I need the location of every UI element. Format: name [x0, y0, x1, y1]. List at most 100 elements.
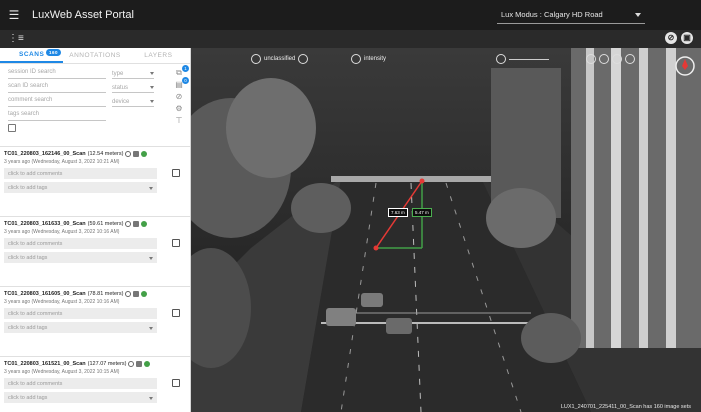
image-icon[interactable]: [133, 291, 140, 297]
scan-checkbox[interactable]: [172, 169, 180, 177]
chevron-down-icon: [149, 187, 153, 190]
comments-placeholder: click to add comments: [8, 381, 63, 387]
tags-placeholder: click to add tags: [8, 255, 48, 261]
edit-icon[interactable]: [612, 54, 622, 64]
tags-placeholder: click to add tags: [8, 395, 48, 401]
point-size-slider[interactable]: [496, 54, 549, 64]
type-select[interactable]: type: [112, 68, 154, 79]
scan-title: TC01_220803_161633_00_Scan (59.61 meters…: [4, 221, 156, 227]
scan-date: 3 years ago (Wednesday, August 3, 2022 1…: [4, 159, 120, 165]
chevron-down-icon: [149, 327, 153, 330]
info-icon[interactable]: [128, 361, 135, 367]
info-icon[interactable]: [125, 291, 132, 297]
tab-scans[interactable]: SCANS 160: [0, 48, 64, 63]
comments-field[interactable]: click to add comments: [4, 378, 157, 389]
visibility-icon[interactable]: [599, 54, 609, 64]
settings-icon[interactable]: ⚙: [174, 104, 184, 113]
project-select-value: Lux Modus : Calgary HD Road: [501, 10, 603, 19]
tags-field[interactable]: click to add tags: [4, 322, 157, 333]
scan-length: (127.07 meters): [87, 361, 127, 367]
device-select[interactable]: device: [112, 96, 154, 107]
toolbar: ⋮≡ ⊘ ▣: [0, 30, 701, 48]
layers-icon[interactable]: ⧉ 1: [174, 65, 189, 77]
classification-control[interactable]: unclassified: [251, 54, 309, 64]
tab-layers[interactable]: LAYERS: [127, 48, 190, 63]
hide-icon[interactable]: [625, 54, 635, 64]
scan-date: 3 years ago (Wednesday, August 3, 2022 1…: [4, 299, 120, 305]
hide-icon[interactable]: ⊘: [174, 92, 184, 101]
chevron-down-icon: [150, 100, 154, 103]
chevron-down-icon: [149, 257, 153, 260]
classification-label: unclassified: [264, 56, 296, 62]
tags-field[interactable]: click to add tags: [4, 392, 157, 403]
scan-name: TC01_220803_161521_00_Scan: [4, 361, 86, 367]
scan-item[interactable]: TC01_220803_161521_00_Scan (127.07 meter…: [0, 356, 190, 412]
image-sets-icon[interactable]: ▣: [681, 32, 693, 44]
point-cloud-render: [191, 48, 701, 412]
image-icon[interactable]: [133, 151, 140, 157]
tags-placeholder: click to add tags: [8, 325, 48, 331]
device-select-label: device: [112, 98, 130, 105]
scans-count-badge: 160: [46, 49, 62, 56]
clear-filter-icon[interactable]: ⊤: [174, 116, 184, 125]
top-bar: ☰ LuxWeb Asset Portal Lux Modus : Calgar…: [0, 0, 701, 30]
scan-name: TC01_220803_161605_00_Scan: [4, 291, 86, 297]
scan-length: (59.61 meters): [87, 221, 124, 227]
point-cloud-view[interactable]: unclassified intensity 7.63 m 5.47 m LUX…: [191, 48, 701, 412]
comments-placeholder: click to add comments: [8, 311, 63, 317]
comments-field[interactable]: click to add comments: [4, 238, 157, 249]
session-id-search-input[interactable]: session ID search: [8, 68, 106, 79]
image-stack-icon[interactable]: ▤ 0: [174, 77, 189, 89]
coloring-control[interactable]: intensity: [351, 54, 386, 64]
cloud-icon: [251, 54, 261, 64]
view-tools: [586, 54, 635, 64]
compass-icon[interactable]: ⊘: [665, 32, 677, 44]
tags-search-input[interactable]: tags search: [8, 110, 106, 121]
tags-field[interactable]: click to add tags: [4, 182, 157, 193]
status-select-label: status: [112, 84, 129, 91]
scan-item[interactable]: TC01_220803_161633_00_Scan (59.61 meters…: [0, 216, 190, 286]
scan-checkbox[interactable]: [172, 239, 180, 247]
tab-annotations[interactable]: ANNOTATIONS: [63, 48, 126, 63]
scan-title: TC01_220803_162146_00_Scan (12.54 meters…: [4, 151, 156, 157]
status-select[interactable]: status: [112, 82, 154, 93]
image-icon[interactable]: [136, 361, 143, 367]
scan-checkbox[interactable]: [172, 309, 180, 317]
panel-tabs: SCANS 160 ANNOTATIONS LAYERS: [0, 48, 190, 64]
coloring-label: intensity: [364, 56, 387, 62]
tags-field[interactable]: click to add tags: [4, 252, 157, 263]
cloud-upload-icon[interactable]: [298, 54, 309, 64]
toolbar-actions: ⊘ ▣: [665, 32, 693, 44]
info-icon[interactable]: [125, 221, 132, 227]
comments-field[interactable]: click to add comments: [4, 308, 157, 319]
scan-date: 3 years ago (Wednesday, August 3, 2022 1…: [4, 369, 120, 375]
chevron-down-icon: [150, 86, 154, 89]
scan-item[interactable]: TC01_220803_162146_00_Scan (12.54 meters…: [0, 146, 190, 216]
type-select-label: type: [112, 70, 124, 77]
calendar-icon[interactable]: [8, 124, 16, 132]
image-icon[interactable]: [133, 221, 140, 227]
info-icon[interactable]: [125, 151, 132, 157]
check-icon: [144, 361, 151, 367]
filter-list-icon[interactable]: ⋮≡: [8, 33, 24, 45]
search-filters: session ID search type scan ID search st…: [0, 64, 190, 146]
filter-side-icons: ⧉ 1 ▤ 0 ⊘ ⚙ ⊤: [171, 65, 189, 125]
measurement-label: 5.47 m: [412, 208, 432, 217]
comment-search-input[interactable]: comment search: [8, 96, 106, 107]
project-select[interactable]: Lux Modus : Calgary HD Road: [497, 8, 645, 24]
menu-icon[interactable]: ☰: [0, 0, 28, 30]
comments-field[interactable]: click to add comments: [4, 168, 157, 179]
check-icon: [141, 221, 148, 227]
measurement-label: 7.63 m: [388, 208, 408, 217]
scan-item[interactable]: TC01_220803_161605_00_Scan (78.81 meters…: [0, 286, 190, 356]
scan-name: TC01_220803_161633_00_Scan: [4, 221, 86, 227]
status-text: LUX1_240701_225411_00_Scan has 160 image…: [560, 404, 691, 410]
scan-checkbox[interactable]: [172, 379, 180, 387]
tags-placeholder: click to add tags: [8, 185, 48, 191]
slider-track[interactable]: [509, 58, 549, 60]
comments-placeholder: click to add comments: [8, 241, 63, 247]
zoom-icon[interactable]: [586, 54, 596, 64]
tab-scans-label: SCANS: [19, 51, 45, 58]
comments-placeholder: click to add comments: [8, 171, 63, 177]
scan-id-search-input[interactable]: scan ID search: [8, 82, 106, 93]
